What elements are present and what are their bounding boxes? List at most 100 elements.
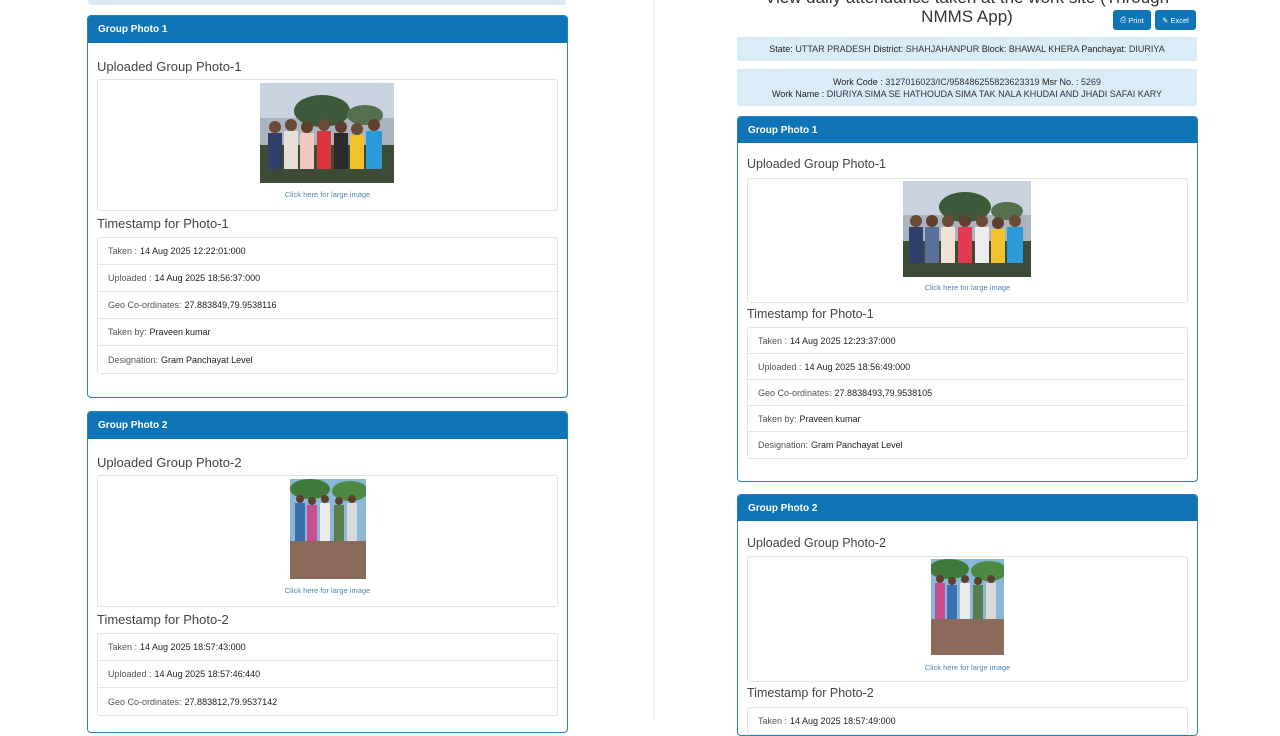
row-label: Uploaded : — [108, 273, 152, 283]
taken-row: Taken :14 Aug 2025 18:57:43:000 — [98, 634, 557, 661]
row-value: Praveen kumar — [149, 327, 211, 337]
large-image-link[interactable]: Click here for large image — [748, 663, 1187, 672]
work-info-bar: Work Code : 3127016023/IC/95848625582362… — [737, 69, 1197, 106]
row-value: 14 Aug 2025 18:57:43:000 — [140, 642, 246, 652]
group-photo-1-panel-right: Group Photo 1 Uploaded Group Photo-1 Cli… — [737, 116, 1198, 482]
timestamp-title: Timestamp for Photo-2 — [747, 686, 874, 700]
uploaded-row: Uploaded :14 Aug 2025 18:57:46:440 — [98, 661, 557, 688]
group-photo-image[interactable] — [260, 83, 394, 183]
panchayat-label: Panchayat: — [1081, 44, 1127, 54]
row-label: Geo Co-ordinates: — [758, 387, 832, 398]
row-label: Taken : — [758, 716, 788, 726]
row-value: 14 Aug 2025 12:22:01:000 — [140, 246, 246, 256]
work-name-value: DIURIYA SIMA SE HATHOUDA SIMA TAK NALA K… — [826, 89, 1163, 99]
geo-row: Geo Co-ordinates: 27.8838493,79.9538105 — [748, 380, 1187, 406]
photo-box: Click here for large image — [747, 178, 1188, 303]
timestamp-title: Timestamp for Photo-1 — [97, 216, 229, 231]
column-divider — [653, 0, 655, 719]
work-name-label: Work Name : — [771, 89, 825, 99]
uploaded-photo-title: Uploaded Group Photo-1 — [747, 157, 886, 171]
excel-icon: ✎ — [1162, 15, 1169, 25]
geo-row: Geo Co-ordinates: 27.883849,79.9538116 — [98, 292, 557, 319]
row-value: 27.883849,79.9538116 — [184, 300, 277, 310]
uploaded-photo-title: Uploaded Group Photo-1 — [97, 59, 242, 74]
excel-label: Excel — [1170, 15, 1189, 25]
panel-header: Group Photo 1 — [88, 16, 567, 43]
previous-panel-edge — [88, 0, 566, 5]
msr-label: Msr No. : — [1041, 77, 1079, 87]
state-label: State: — [769, 44, 793, 54]
uploaded-photo-title: Uploaded Group Photo-2 — [97, 455, 242, 470]
row-value: Gram Panchayat Level — [811, 440, 903, 450]
photo-box: Click here for large image — [97, 475, 558, 607]
row-label: Uploaded : — [758, 361, 802, 372]
row-value: 14 Aug 2025 18:56:49:000 — [804, 361, 911, 372]
msr-value: 5269 — [1081, 77, 1102, 87]
large-image-link[interactable]: Click here for large image — [748, 283, 1187, 292]
photo-box: Click here for large image — [747, 556, 1188, 682]
row-label: Taken : — [758, 335, 788, 346]
row-label: Taken : — [108, 642, 138, 652]
row-value: 14 Aug 2025 12:23:37:000 — [790, 335, 896, 346]
timestamp-title: Timestamp for Photo-1 — [747, 307, 874, 321]
work-name-line: Work Name : DIURIYA SIMA SE HATHOUDA SIM… — [737, 88, 1197, 100]
row-value: 27.8838493,79.9538105 — [834, 387, 933, 398]
row-label: Taken by: — [758, 413, 797, 424]
panel-header: Group Photo 2 — [738, 495, 1197, 521]
row-value: Gram Panchayat Level — [161, 354, 253, 365]
panel-header: Group Photo 2 — [88, 412, 567, 439]
row-label: Uploaded : — [108, 669, 152, 679]
taken-by-row: Taken by: Praveen kumar — [98, 319, 557, 346]
photo-box: Click here for large image — [97, 79, 558, 211]
block-value: BHAWAL KHERA — [1008, 44, 1079, 54]
work-code-line: Work Code : 3127016023/IC/95848625582362… — [737, 76, 1197, 88]
row-label: Taken : — [108, 246, 138, 256]
group-photo-2-panel-right: Group Photo 2 Uploaded Group Photo-2 Cli… — [737, 494, 1198, 736]
group-photo-image[interactable] — [290, 479, 366, 579]
taken-by-row: Taken by: Praveen kumar — [748, 406, 1187, 432]
row-label: Geo Co-ordinates: — [108, 696, 182, 707]
location-info-bar: State: UTTAR PRADESH District: SHAHJAHAN… — [737, 37, 1197, 61]
row-value: 27.883812,79.9537142 — [184, 696, 278, 707]
print-icon: ⎙ — [1120, 15, 1127, 24]
timestamp-list: Taken :14 Aug 2025 12:22:01:000 Uploaded… — [97, 237, 558, 374]
designation-row: Designation: Gram Panchayat Level — [748, 432, 1187, 458]
taken-row: Taken :14 Aug 2025 12:22:01:000 — [98, 238, 557, 265]
group-photo-image[interactable] — [903, 181, 1031, 277]
row-value: Praveen kumar — [799, 413, 861, 424]
state-value: UTTAR PRADESH — [795, 44, 871, 54]
uploaded-row: Uploaded :14 Aug 2025 18:56:37:000 — [98, 265, 557, 292]
panel-header: Group Photo 1 — [738, 117, 1197, 143]
work-code-label: Work Code : — [832, 77, 883, 87]
timestamp-list: Taken :14 Aug 2025 18:57:49:000 — [747, 707, 1188, 735]
row-label: Geo Co-ordinates: — [108, 300, 182, 310]
large-image-link[interactable]: Click here for large image — [98, 190, 557, 199]
print-button[interactable]: ⎙ Print — [1113, 10, 1151, 30]
row-value: 14 Aug 2025 18:57:49:000 — [790, 716, 896, 726]
geo-row: Geo Co-ordinates: 27.883812,79.9537142 — [98, 688, 557, 715]
row-label: Designation: — [108, 354, 159, 365]
large-image-link[interactable]: Click here for large image — [98, 586, 557, 595]
group-photo-2-panel-left: Group Photo 2 Uploaded Group Photo-2 Cli… — [87, 411, 568, 733]
row-value: 14 Aug 2025 18:56:37:000 — [154, 273, 261, 283]
work-code-value: 3127016023/IC/958486255823623319 — [885, 77, 1040, 87]
excel-button[interactable]: ✎ Excel — [1155, 10, 1196, 30]
taken-row: Taken :14 Aug 2025 18:57:49:000 — [748, 708, 1187, 734]
timestamp-list: Taken :14 Aug 2025 12:23:37:000 Uploaded… — [747, 327, 1188, 459]
print-label: Print — [1128, 15, 1144, 25]
group-photo-1-panel-left: Group Photo 1 Uploaded Group Photo-1 Cli… — [87, 15, 568, 398]
row-value: 14 Aug 2025 18:57:46:440 — [154, 669, 261, 679]
row-label: Taken by: — [108, 327, 147, 337]
timestamp-list: Taken :14 Aug 2025 18:57:43:000 Uploaded… — [97, 633, 558, 716]
timestamp-title: Timestamp for Photo-2 — [97, 612, 229, 627]
uploaded-photo-title: Uploaded Group Photo-2 — [747, 536, 886, 550]
group-photo-image[interactable] — [931, 559, 1004, 655]
district-value: SHAHJAHANPUR — [905, 44, 980, 54]
row-label: Designation: — [758, 440, 809, 450]
district-label: District: — [873, 44, 904, 54]
panchayat-value: DIURIYA — [1128, 44, 1165, 54]
uploaded-row: Uploaded :14 Aug 2025 18:56:49:000 — [748, 354, 1187, 380]
taken-row: Taken :14 Aug 2025 12:23:37:000 — [748, 328, 1187, 354]
designation-row: Designation: Gram Panchayat Level — [98, 346, 557, 373]
block-label: Block: — [981, 44, 1007, 54]
